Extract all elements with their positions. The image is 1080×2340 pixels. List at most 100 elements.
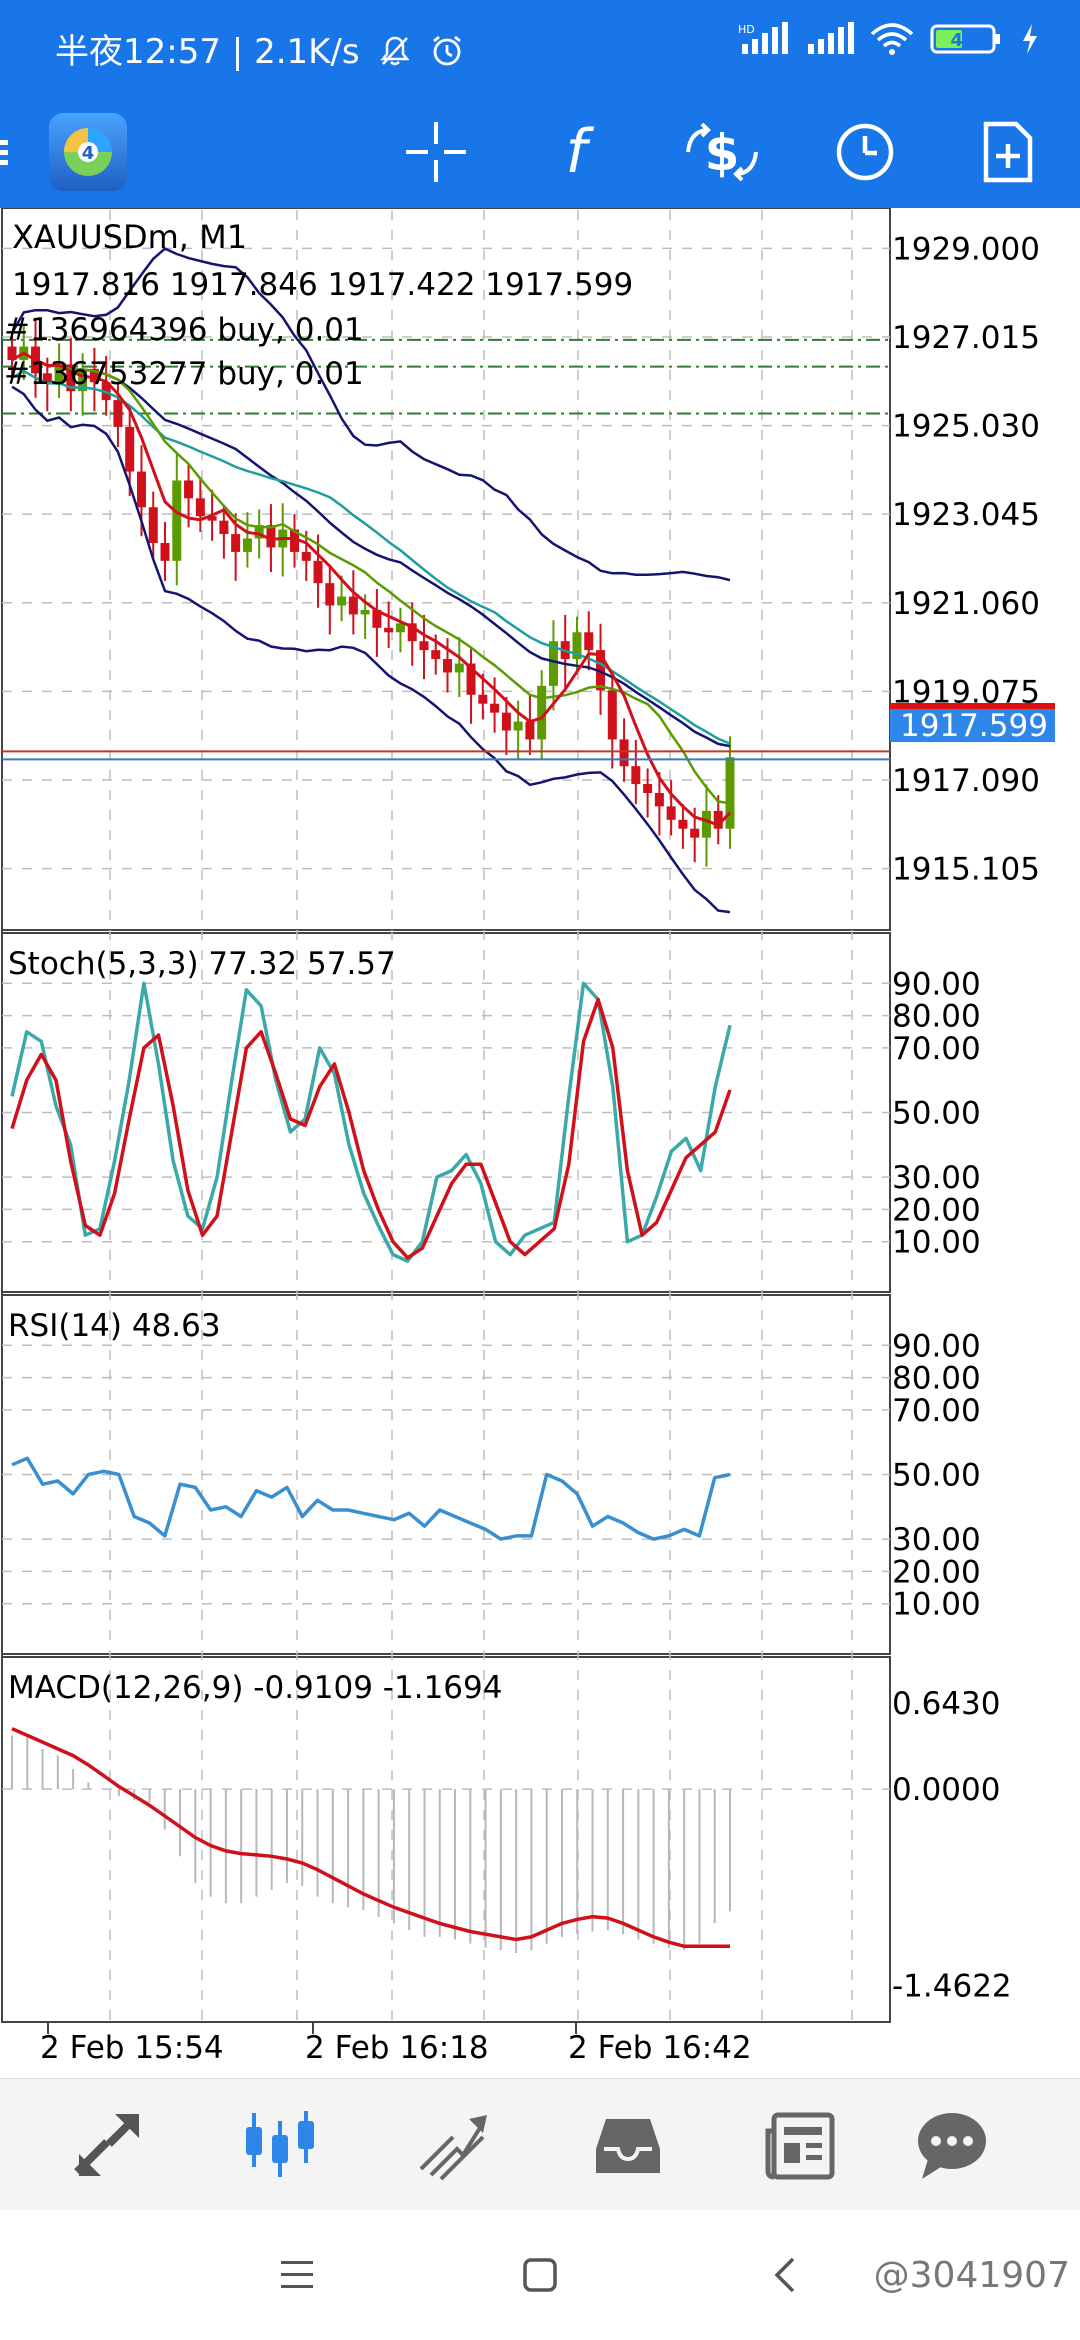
candle-body-11 (136, 471, 146, 508)
chart-area[interactable]: 1929.000 1927.015 1925.030 1923.045 1921.060… (0, 207, 1080, 2078)
bottom-navigation (0, 2078, 1080, 2211)
messages-icon (918, 2113, 986, 2179)
timeframe-button[interactable] (815, 95, 915, 208)
price-tick-2: 1925.030 (892, 409, 1040, 445)
candle-body-16 (195, 498, 205, 517)
nav-trade[interactable] (393, 2079, 513, 2211)
ohlc-label: 1917.816 1917.846 1917.422 1917.599 (12, 267, 633, 303)
trade-button[interactable]: $ (672, 95, 772, 208)
candle-body-29 (348, 596, 358, 615)
home-button[interactable] (510, 2250, 570, 2300)
rsi-tick-3: 50.00 (892, 1458, 981, 1494)
candle-body-19 (231, 534, 241, 552)
candle-body-40 (478, 694, 488, 704)
nav-history[interactable] (568, 2079, 688, 2211)
candle-body-9 (113, 400, 123, 427)
candle-body-18 (219, 520, 229, 535)
stoch-tick-1: 80.00 (892, 999, 981, 1035)
price-tick-1: 1927.015 (892, 320, 1040, 356)
stoch-tick-3: 50.00 (892, 1096, 981, 1132)
candle-body-28 (337, 596, 347, 606)
indicators-icon: f (565, 120, 594, 184)
stoch-tick-6: 10.00 (892, 1225, 981, 1261)
chart-svg[interactable]: 1929.000 1927.015 1925.030 1923.045 1921.060… (0, 207, 1080, 2078)
status-speed: 2.1K/s (254, 32, 360, 72)
rsi-tick-4: 30.00 (892, 1522, 981, 1558)
price-tick-6: 1917.090 (892, 763, 1040, 799)
rsi-tick-6: 10.00 (892, 1587, 981, 1623)
candle-body-10 (125, 426, 135, 472)
candle-body-35 (419, 641, 429, 651)
candle-body-15 (184, 480, 194, 499)
new-order-button[interactable] (958, 95, 1058, 208)
status-left: 半夜12:57 | 2.1K/s (55, 24, 465, 73)
rsi-title: RSI(14) 48.63 (8, 1308, 221, 1344)
candle-body-20 (242, 538, 252, 552)
templates-icon (983, 121, 1033, 182)
nav-news[interactable] (740, 2079, 860, 2211)
app-logo-button[interactable]: 4 (40, 95, 135, 208)
stoch-title: Stoch(5,3,3) 77.32 57.57 (8, 946, 396, 982)
price-axes: 1929.000 1927.015 1925.030 1923.045 1921.060… (892, 231, 1040, 2004)
candle-body-43 (513, 721, 523, 731)
price-tick-4: 1921.060 (892, 586, 1040, 622)
stoch-tick-0: 90.00 (892, 966, 981, 1002)
time-axis: 2 Feb 15:54 2 Feb 16:18 2 Feb 16:42 (40, 2022, 752, 2066)
candle-body-44 (525, 721, 535, 740)
macd-tick-0: 0.6430 (892, 1686, 1000, 1722)
home-icon (523, 2258, 557, 2292)
candle-body-13 (160, 542, 170, 561)
chart-icon (246, 2111, 314, 2177)
candle-body-53 (631, 766, 641, 785)
nav-messages[interactable] (892, 2079, 1012, 2211)
rsi-tick-1: 80.00 (892, 1361, 981, 1397)
indicators-button[interactable]: f (526, 95, 626, 208)
candle-body-42 (501, 712, 511, 731)
trade-icon: $ (686, 122, 758, 182)
rsi-tick-2: 70.00 (892, 1393, 981, 1429)
candle-body-41 (490, 703, 500, 713)
watermark-text: @3041907 (873, 2255, 1070, 2296)
menu-icon (0, 139, 8, 165)
candle-body-32 (384, 627, 394, 633)
candle-body-54 (643, 784, 653, 793)
signal-hd-icon: HD (738, 22, 788, 54)
rsi-tick-5: 20.00 (892, 1554, 981, 1590)
rsi-tick-0: 90.00 (892, 1328, 981, 1364)
macd-tick-2: -1.4622 (892, 1968, 1012, 2004)
stoch-tick-5: 20.00 (892, 1192, 981, 1228)
candle-body-37 (443, 659, 453, 673)
candle-body-33 (395, 623, 405, 633)
recent-apps-button[interactable] (267, 2250, 327, 2300)
quotes-icon (74, 2114, 139, 2176)
macd-tick-1: 0.0000 (892, 1772, 1000, 1808)
battery-level: 41 (950, 30, 975, 51)
status-bar: 半夜12:57 | 2.1K/s HD 41 (0, 0, 1080, 95)
candle-body-27 (325, 583, 335, 606)
mute-bell-icon (380, 36, 411, 66)
crosshair-button[interactable] (386, 95, 486, 208)
candle-body-25 (301, 551, 311, 561)
status-right: HD 41 (738, 22, 1040, 56)
alarm-icon (433, 35, 462, 66)
candle-body-36 (431, 650, 441, 660)
nav-chart[interactable] (220, 2079, 340, 2211)
stoch-tick-2: 70.00 (892, 1031, 981, 1067)
menu-button[interactable] (0, 95, 30, 208)
nav-quotes[interactable] (48, 2079, 168, 2211)
time-tick-0: 2 Feb 15:54 (40, 2030, 224, 2066)
history-icon (596, 2119, 660, 2173)
time-tick-1: 2 Feb 16:18 (305, 2030, 489, 2066)
candle-body-14 (172, 480, 182, 561)
wifi-icon (870, 23, 914, 55)
candle-body-49 (584, 632, 594, 651)
candle-body-55 (654, 792, 664, 807)
charging-icon (1023, 24, 1037, 54)
news-icon (765, 2112, 835, 2180)
candle-body-57 (678, 819, 688, 829)
price-tick-0: 1929.000 (892, 231, 1040, 267)
symbol-label: XAUUSDm, M1 (12, 218, 247, 256)
back-button[interactable] (757, 2250, 817, 2300)
metatrader-logo-icon: 4 (48, 112, 127, 191)
candle-body-56 (666, 806, 676, 820)
